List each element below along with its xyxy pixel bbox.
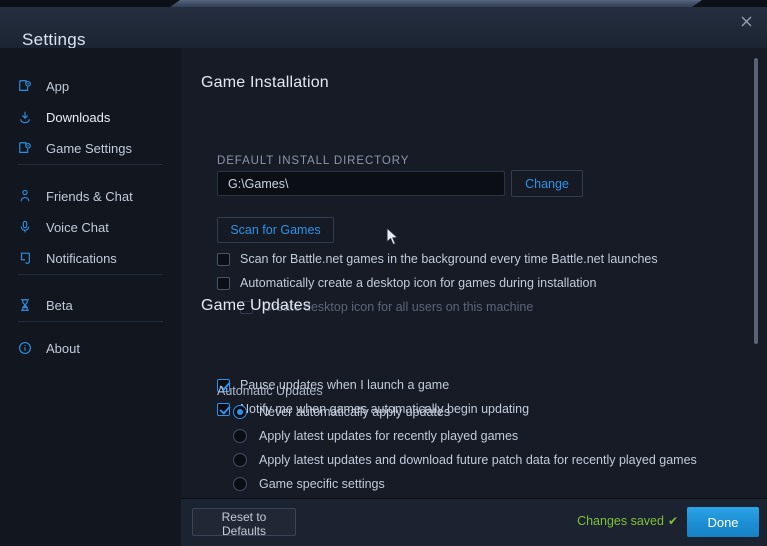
sidebar-item-about[interactable]: About	[18, 337, 168, 359]
microphone-icon	[18, 219, 38, 235]
app-icon	[18, 78, 38, 94]
status-badge-changes-saved: Changes saved ✔	[577, 514, 678, 528]
sidebar-item-friends-and-chat[interactable]: Friends & Chat	[18, 185, 168, 207]
sidebar-item-label: Game Settings	[46, 140, 132, 156]
info-icon	[18, 340, 38, 356]
radio-row-latest-and-future[interactable]: Apply latest updates and download future…	[233, 453, 697, 467]
automatic-updates-label: Automatic Updates	[217, 384, 323, 398]
install-directory-input[interactable]	[217, 171, 505, 196]
check-icon: ✔	[667, 514, 678, 528]
window-bevel-decoration	[170, 0, 702, 7]
sidebar-item-beta[interactable]: Beta	[18, 294, 168, 316]
sidebar-item-game-settings[interactable]: Game Settings	[18, 137, 168, 159]
sidebar-divider	[18, 274, 163, 275]
change-directory-button[interactable]: Change	[511, 170, 583, 197]
radio-label: Apply latest updates for recently played…	[259, 429, 519, 443]
sidebar-item-downloads[interactable]: Downloads	[18, 106, 168, 128]
sidebar-divider	[18, 321, 163, 322]
checkbox-row-scan-background[interactable]: Scan for Battle.net games in the backgro…	[217, 252, 658, 266]
checkbox-label: Automatically create a desktop icon for …	[240, 276, 597, 290]
radio-latest-recent[interactable]	[233, 429, 247, 443]
sidebar-item-label: About	[46, 340, 80, 356]
checkbox-label: Scan for Battle.net games in the backgro…	[240, 252, 658, 266]
radio-latest-and-future[interactable]	[233, 453, 247, 467]
sidebar: App Downloads Game Settings Friends & Ch…	[0, 48, 182, 546]
radio-row-never-apply[interactable]: Never automatically apply updates	[233, 405, 450, 419]
done-button[interactable]: Done	[687, 507, 759, 537]
changes-saved-text: Changes saved	[577, 514, 664, 528]
radio-label: Never automatically apply updates	[259, 405, 451, 419]
close-icon[interactable]	[733, 9, 759, 33]
scrollbar-thumb[interactable]	[754, 58, 758, 344]
section-heading-game-updates: Game Updates	[201, 297, 312, 314]
sidebar-divider	[18, 164, 163, 165]
settings-content-panel: Game Installation DEFAULT INSTALL DIRECT…	[181, 48, 767, 498]
settings-window: Settings App Downloads Game Settings Fri…	[0, 0, 767, 546]
scan-for-games-button[interactable]: Scan for Games	[217, 217, 334, 243]
sidebar-item-voice-chat[interactable]: Voice Chat	[18, 216, 168, 238]
radio-row-latest-recent[interactable]: Apply latest updates for recently played…	[233, 429, 518, 443]
checkbox-notify-updating[interactable]	[217, 402, 230, 416]
radio-label: Apply latest updates and download future…	[259, 453, 697, 467]
sidebar-item-label: Friends & Chat	[46, 188, 133, 204]
footer-bar: Reset to Defaults Changes saved ✔ Done	[181, 498, 767, 546]
radio-never-apply[interactable]	[233, 405, 247, 419]
sidebar-item-app[interactable]: App	[18, 75, 168, 97]
beta-flask-icon	[18, 297, 38, 313]
default-install-directory-label: DEFAULT INSTALL DIRECTORY	[217, 155, 410, 167]
friends-icon	[18, 188, 38, 204]
download-icon	[18, 109, 38, 125]
page-title: Settings	[22, 30, 86, 49]
game-settings-icon	[18, 140, 38, 156]
radio-label: Game specific settings	[259, 477, 385, 491]
sidebar-item-notifications[interactable]: Notifications	[18, 247, 168, 269]
sidebar-item-label: Voice Chat	[46, 219, 109, 235]
section-heading-game-installation: Game Installation	[201, 74, 329, 91]
sidebar-item-label: App	[46, 78, 70, 94]
reset-to-defaults-button[interactable]: Reset to Defaults	[192, 508, 296, 538]
title-bar: Settings	[0, 7, 767, 49]
radio-row-game-specific[interactable]: Game specific settings	[233, 477, 385, 491]
checkbox-row-desktop-icon[interactable]: Automatically create a desktop icon for …	[217, 276, 596, 290]
content-scrollbar[interactable]	[751, 48, 761, 498]
window-top-accent	[0, 0, 767, 7]
checkbox-desktop-icon[interactable]	[217, 276, 230, 290]
radio-game-specific[interactable]	[233, 477, 247, 491]
sidebar-item-label: Downloads	[46, 109, 111, 125]
notifications-icon	[18, 250, 38, 266]
checkbox-scan-background[interactable]	[217, 252, 230, 266]
sidebar-item-label: Notifications	[46, 250, 117, 266]
sidebar-item-label: Beta	[46, 297, 73, 313]
